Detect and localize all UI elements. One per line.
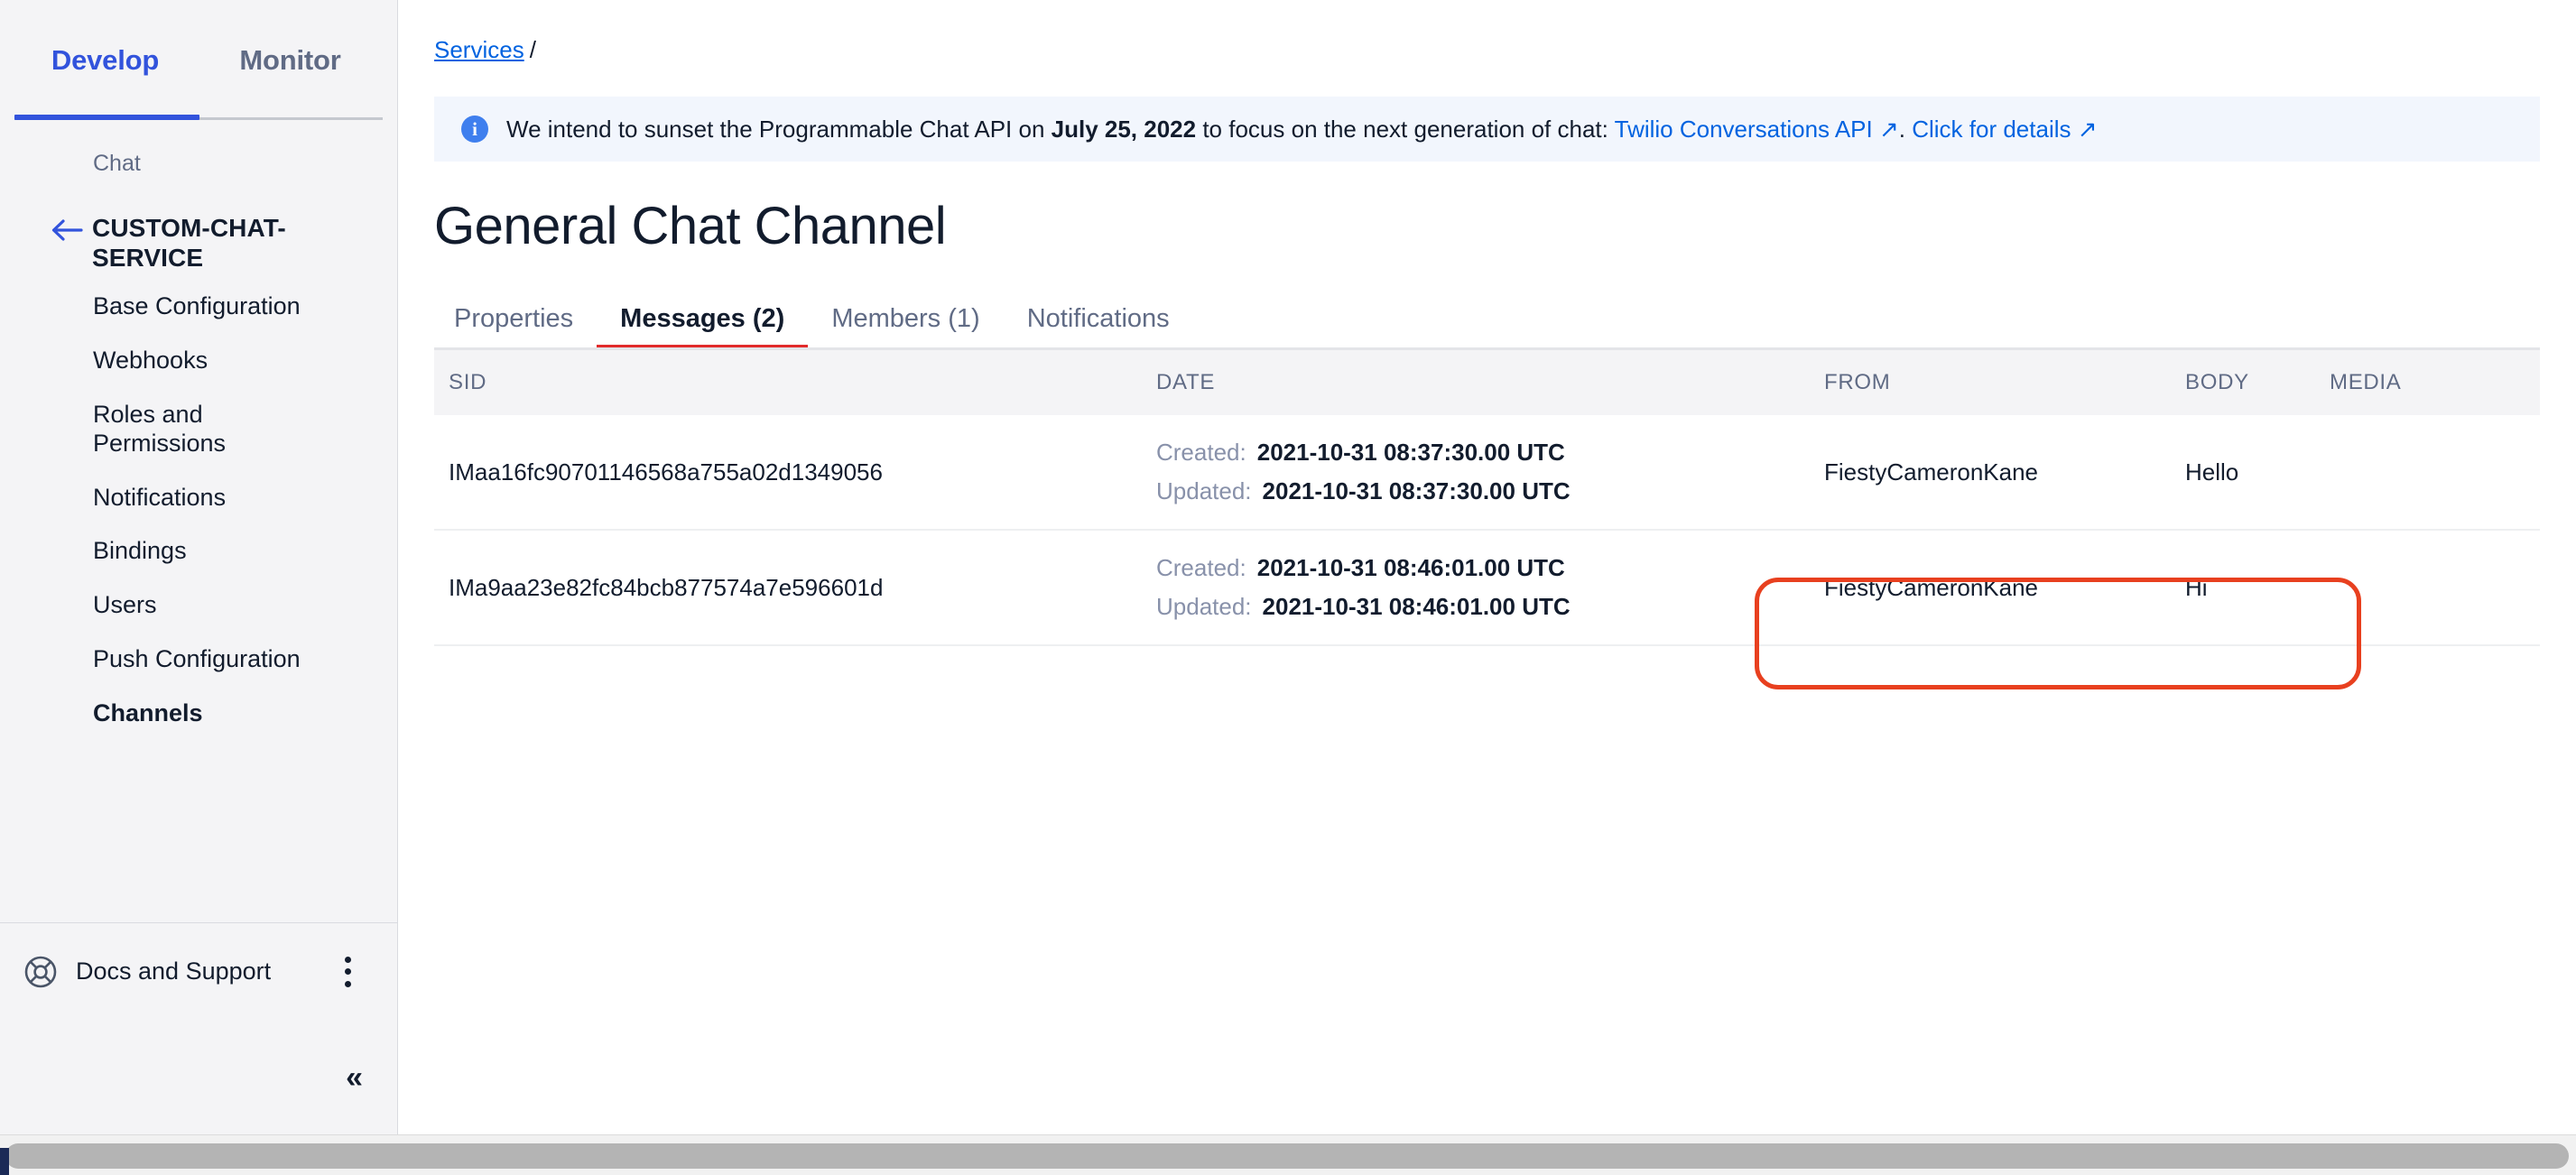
sidebar-item-channels[interactable]: Channels bbox=[0, 699, 397, 728]
breadcrumb-link-services[interactable]: Services bbox=[434, 36, 524, 63]
cell-from: FiestyCameronKane bbox=[1824, 458, 2038, 486]
table-row[interactable]: IMa9aa23e82fc84bcb877574a7e596601d Creat… bbox=[434, 531, 2540, 646]
banner-text-middle: to focus on the next generation of chat: bbox=[1196, 115, 1615, 143]
app-root: Develop Monitor Chat CUSTOM-CHAT-SERVICE… bbox=[0, 0, 2576, 1175]
date-updated-label: Updated: bbox=[1156, 593, 1252, 620]
sidebar-nav: Chat CUSTOM-CHAT-SERVICE Base Configurat… bbox=[0, 120, 397, 922]
docs-and-support-label[interactable]: Docs and Support bbox=[76, 958, 334, 985]
cell-date: Created: 2021-10-31 08:46:01.00 UTC Upda… bbox=[1156, 549, 1824, 626]
sidebar-segmented-tabs: Develop Monitor bbox=[0, 0, 397, 120]
sidebar: Develop Monitor Chat CUSTOM-CHAT-SERVICE… bbox=[0, 0, 398, 1134]
sidebar-service-header[interactable]: CUSTOM-CHAT-SERVICE bbox=[0, 213, 397, 273]
cell-date-created: Created: 2021-10-31 08:46:01.00 UTC bbox=[1156, 549, 1824, 588]
info-icon: i bbox=[461, 116, 488, 143]
page-title: General Chat Channel bbox=[434, 197, 947, 255]
column-header-sid: SID bbox=[449, 370, 487, 394]
breadcrumb: Services / bbox=[398, 0, 2576, 64]
cell-sid: IMaa16fc90701146568a755a02d1349056 bbox=[449, 458, 883, 486]
kebab-menu-icon[interactable] bbox=[334, 952, 361, 992]
banner-text-before: We intend to sunset the Programmable Cha… bbox=[506, 115, 1052, 143]
table-header-row: SID DATE FROM BODY MEDIA bbox=[434, 350, 2540, 415]
cell-sid: IMa9aa23e82fc84bcb877574a7e596601d bbox=[449, 573, 884, 601]
sidebar-item-users[interactable]: Users bbox=[0, 591, 397, 620]
sidebar-item-base-configuration[interactable]: Base Configuration bbox=[0, 292, 397, 321]
cell-body: Hello bbox=[2185, 458, 2239, 486]
tab-properties[interactable]: Properties bbox=[434, 304, 597, 350]
date-created-label: Created: bbox=[1156, 554, 1246, 582]
sidebar-tab-develop[interactable]: Develop bbox=[13, 0, 198, 120]
sidebar-item-push-configuration[interactable]: Push Configuration bbox=[0, 645, 397, 674]
date-created-label: Created: bbox=[1156, 439, 1246, 467]
date-created-value: 2021-10-31 08:46:01.00 UTC bbox=[1256, 554, 1565, 582]
sidebar-service-name: CUSTOM-CHAT-SERVICE bbox=[92, 214, 286, 273]
content-tabs-rule bbox=[434, 347, 2540, 350]
cell-date-updated: Updated: 2021-10-31 08:37:30.00 UTC bbox=[1156, 472, 1824, 511]
sunset-banner-text: We intend to sunset the Programmable Cha… bbox=[506, 116, 2098, 143]
sidebar-item-webhooks[interactable]: Webhooks bbox=[0, 347, 397, 375]
horizontal-scrollbar-thumb[interactable] bbox=[5, 1143, 2569, 1169]
cell-date: Created: 2021-10-31 08:37:30.00 UTC Upda… bbox=[1156, 433, 1824, 511]
sunset-banner: i We intend to sunset the Programmable C… bbox=[434, 97, 2540, 162]
sidebar-item-notifications[interactable]: Notifications bbox=[0, 484, 397, 513]
tab-notifications[interactable]: Notifications bbox=[1004, 304, 1193, 350]
tab-messages[interactable]: Messages (2) bbox=[597, 304, 809, 350]
date-updated-label: Updated: bbox=[1156, 477, 1252, 504]
lifebuoy-icon bbox=[22, 953, 60, 991]
content-tabs: Properties Messages (2) Members (1) Noti… bbox=[434, 292, 2540, 350]
cell-date-updated: Updated: 2021-10-31 08:46:01.00 UTC bbox=[1156, 588, 1824, 626]
sidebar-tab-monitor-label: Monitor bbox=[239, 43, 341, 76]
sidebar-tab-monitor[interactable]: Monitor bbox=[198, 0, 383, 120]
horizontal-scrollbar-track[interactable] bbox=[0, 1134, 2576, 1175]
messages-table: SID DATE FROM BODY MEDIA IMaa16fc9070114… bbox=[434, 350, 2540, 646]
sidebar-group-label: Chat bbox=[93, 151, 141, 176]
banner-sunset-date: July 25, 2022 bbox=[1051, 115, 1197, 143]
sidebar-tab-develop-label: Develop bbox=[51, 43, 160, 76]
date-created-value: 2021-10-31 08:37:30.00 UTC bbox=[1256, 439, 1565, 467]
chevron-double-left-icon[interactable]: « bbox=[346, 1062, 363, 1093]
sidebar-item-bindings[interactable]: Bindings bbox=[0, 537, 397, 566]
breadcrumb-separator: / bbox=[529, 36, 536, 63]
column-header-media: MEDIA bbox=[2330, 370, 2402, 394]
date-updated-value: 2021-10-31 08:46:01.00 UTC bbox=[1262, 593, 1571, 620]
cell-from: FiestyCameronKane bbox=[1824, 573, 2038, 601]
sidebar-item-roles-and-permissions[interactable]: Roles and Permissions bbox=[0, 401, 298, 458]
date-updated-value: 2021-10-31 08:37:30.00 UTC bbox=[1262, 477, 1571, 504]
sidebar-collapse-zone: « bbox=[0, 1020, 397, 1134]
main-content: Services / i We intend to sunset the Prog… bbox=[398, 0, 2576, 1134]
sidebar-footer: Docs and Support bbox=[0, 922, 397, 1020]
window-edge-marker bbox=[0, 1148, 9, 1175]
tab-members[interactable]: Members (1) bbox=[808, 304, 1003, 350]
table-row[interactable]: IMaa16fc90701146568a755a02d1349056 Creat… bbox=[434, 415, 2540, 531]
column-header-body: BODY bbox=[2185, 370, 2249, 394]
banner-link-click-for-details[interactable]: Click for details ↗ bbox=[1912, 116, 2097, 143]
column-header-date: DATE bbox=[1156, 370, 1216, 394]
sidebar-tabs-active-indicator bbox=[14, 115, 199, 120]
column-header-from: FROM bbox=[1824, 370, 1891, 394]
cell-date-created: Created: 2021-10-31 08:37:30.00 UTC bbox=[1156, 433, 1824, 472]
banner-text-between: . bbox=[1898, 115, 1913, 143]
arrow-left-icon[interactable] bbox=[51, 213, 92, 242]
cell-body: Hi bbox=[2185, 573, 2208, 601]
banner-link-conversations-api[interactable]: Twilio Conversations API ↗ bbox=[1615, 116, 1899, 143]
